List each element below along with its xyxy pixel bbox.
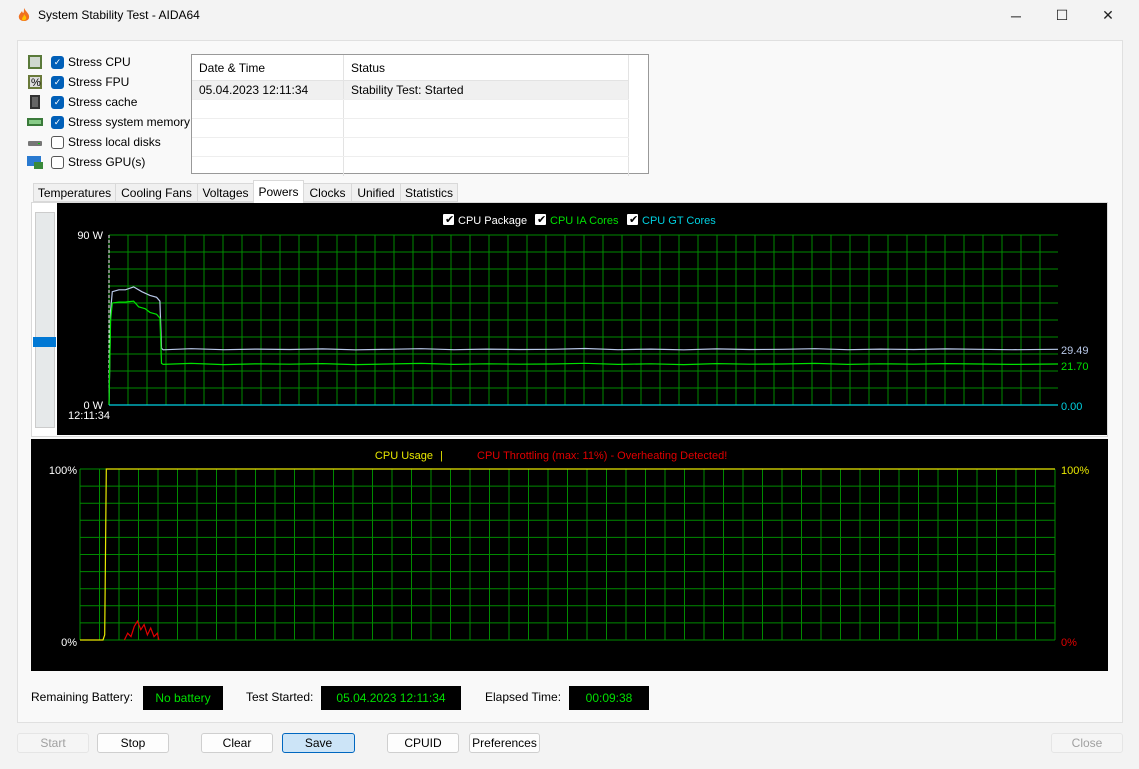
x-axis-start-time: 12:11:34	[68, 410, 110, 422]
svg-text:CPU Package: CPU Package	[458, 215, 527, 227]
cpu-usage-value: 100%	[1061, 465, 1089, 477]
svg-text:CPU GT Cores: CPU GT Cores	[642, 215, 716, 227]
cpu-gt-cores-value: 0.00	[1061, 401, 1082, 413]
column-header-status[interactable]: Status	[344, 55, 629, 80]
power-legend: ✔ CPU Package ✔ CPU IA Cores ✔ CPU GT Cores	[443, 214, 716, 227]
log-row[interactable]: 05.04.2023 12:11:34 Stability Test: Star…	[192, 81, 629, 100]
cpu-ia-cores-value: 21.70	[1061, 361, 1089, 373]
maximize-button[interactable]: ☐	[1039, 0, 1085, 31]
checkbox-label: Stress GPU(s)	[68, 155, 146, 169]
throttling-value: 0%	[1061, 637, 1077, 649]
y-axis-max-label: 90 W	[77, 230, 103, 242]
cpuid-button[interactable]: CPUID	[387, 733, 459, 753]
tab-unified[interactable]: Unified	[351, 183, 401, 202]
log-header-row: Date & Time Status	[192, 55, 629, 81]
elapsed-time-value: 00:09:38	[569, 686, 649, 710]
legend-cpu-gt-cores[interactable]: ✔ CPU GT Cores	[627, 214, 716, 227]
stop-button[interactable]: Stop	[97, 733, 169, 753]
tab-powers[interactable]: Powers	[253, 180, 304, 203]
stress-option-stress-gpu-s[interactable]: Stress GPU(s)	[27, 153, 145, 171]
battery-label: Remaining Battery:	[31, 690, 134, 704]
tab-voltages[interactable]: Voltages	[197, 183, 254, 202]
log-row-empty	[192, 157, 629, 176]
svg-text:CPU IA Cores: CPU IA Cores	[550, 215, 619, 227]
svg-text:✔: ✔	[445, 214, 454, 226]
checkbox-label: Stress FPU	[68, 75, 130, 89]
stress-option-stress-system-memory[interactable]: ✓ Stress system memory	[27, 113, 190, 131]
svg-text:%: %	[31, 77, 41, 89]
series-cpu-throttling	[123, 619, 160, 641]
y-axis-max-label: 100%	[49, 465, 77, 477]
window-title: System Stability Test - AIDA64	[38, 8, 200, 22]
cpu-usage-title: CPU Usage	[375, 450, 433, 462]
start-button[interactable]: Start	[17, 733, 89, 753]
stress-option-stress-local-disks[interactable]: Stress local disks	[27, 133, 161, 151]
monitor-gpu-icon	[27, 156, 43, 169]
throttling-warning: CPU Throttling (max: 11%) - Overheating …	[477, 450, 727, 462]
tab-statistics[interactable]: Statistics	[400, 183, 458, 202]
preferences-button[interactable]: Preferences	[469, 733, 540, 753]
power-chart: ✔ CPU Package ✔ CPU IA Cores ✔ CPU GT Cores…	[57, 203, 1107, 435]
checkbox[interactable]	[51, 155, 64, 169]
column-header-date-time[interactable]: Date & Time	[192, 55, 344, 80]
checkbox[interactable]: ✓	[51, 75, 64, 89]
close-button[interactable]: Close	[1051, 733, 1123, 753]
log-row-empty	[192, 138, 629, 157]
stress-option-stress-fpu[interactable]: % ✓ Stress FPU	[27, 73, 129, 91]
minimize-button[interactable]: ─	[993, 0, 1039, 31]
disk-drive-icon	[28, 141, 42, 146]
test-started-value: 05.04.2023 12:11:34	[321, 686, 461, 710]
checkbox-label: Stress system memory	[68, 115, 191, 129]
elapsed-time-label: Elapsed Time:	[485, 690, 562, 704]
tab-clocks[interactable]: Clocks	[303, 183, 352, 202]
fpu-chip-icon: %	[28, 75, 42, 89]
cpu-package-value: 29.49	[1061, 345, 1089, 357]
log-status: Stability Test: Started	[344, 81, 629, 99]
stress-option-stress-cache[interactable]: ✓ Stress cache	[27, 93, 137, 111]
clear-button[interactable]: Clear	[201, 733, 273, 753]
legend-cpu-ia-cores[interactable]: ✔ CPU IA Cores	[535, 214, 619, 227]
log-row-empty	[192, 100, 629, 119]
chart-zoom-slider[interactable]	[35, 212, 55, 428]
checkbox[interactable]	[51, 135, 64, 149]
stress-option-stress-cpu[interactable]: ✓ Stress CPU	[27, 53, 131, 71]
checkbox-label: Stress CPU	[68, 55, 131, 69]
close-window-button[interactable]: ✕	[1085, 0, 1131, 31]
log-table: Date & Time Status 05.04.2023 12:11:34 S…	[191, 54, 649, 176]
slider-thumb[interactable]	[33, 337, 56, 347]
title-separator: |	[440, 450, 443, 462]
cpu-usage-chart: CPU Usage | CPU Throttling (max: 11%) - …	[31, 439, 1108, 671]
test-started-label: Test Started:	[246, 690, 314, 704]
checkbox-label: Stress local disks	[68, 135, 161, 149]
checkbox[interactable]: ✓	[51, 115, 64, 129]
checkbox[interactable]: ✓	[51, 95, 64, 109]
memory-module-icon	[27, 118, 43, 126]
svg-text:✔: ✔	[629, 214, 638, 226]
battery-value: No battery	[143, 686, 223, 710]
title-bar: System Stability Test - AIDA64 ─ ☐ ✕	[0, 0, 1139, 31]
legend-cpu-package[interactable]: ✔ CPU Package	[443, 214, 527, 227]
checkbox[interactable]: ✓	[51, 55, 64, 69]
svg-text:✔: ✔	[537, 214, 546, 226]
log-row-empty	[192, 119, 629, 138]
aida64-flame-icon	[18, 8, 30, 21]
log-date-time: 05.04.2023 12:11:34	[192, 81, 344, 99]
tab-temperatures[interactable]: Temperatures	[33, 183, 116, 202]
checkbox-label: Stress cache	[68, 95, 138, 109]
cpu-chip-icon	[28, 55, 42, 69]
tab-cooling-fans[interactable]: Cooling Fans	[115, 183, 198, 202]
save-button[interactable]: Save	[282, 733, 355, 753]
y-axis-min-label: 0%	[61, 637, 77, 649]
cache-chip-icon	[30, 95, 40, 109]
